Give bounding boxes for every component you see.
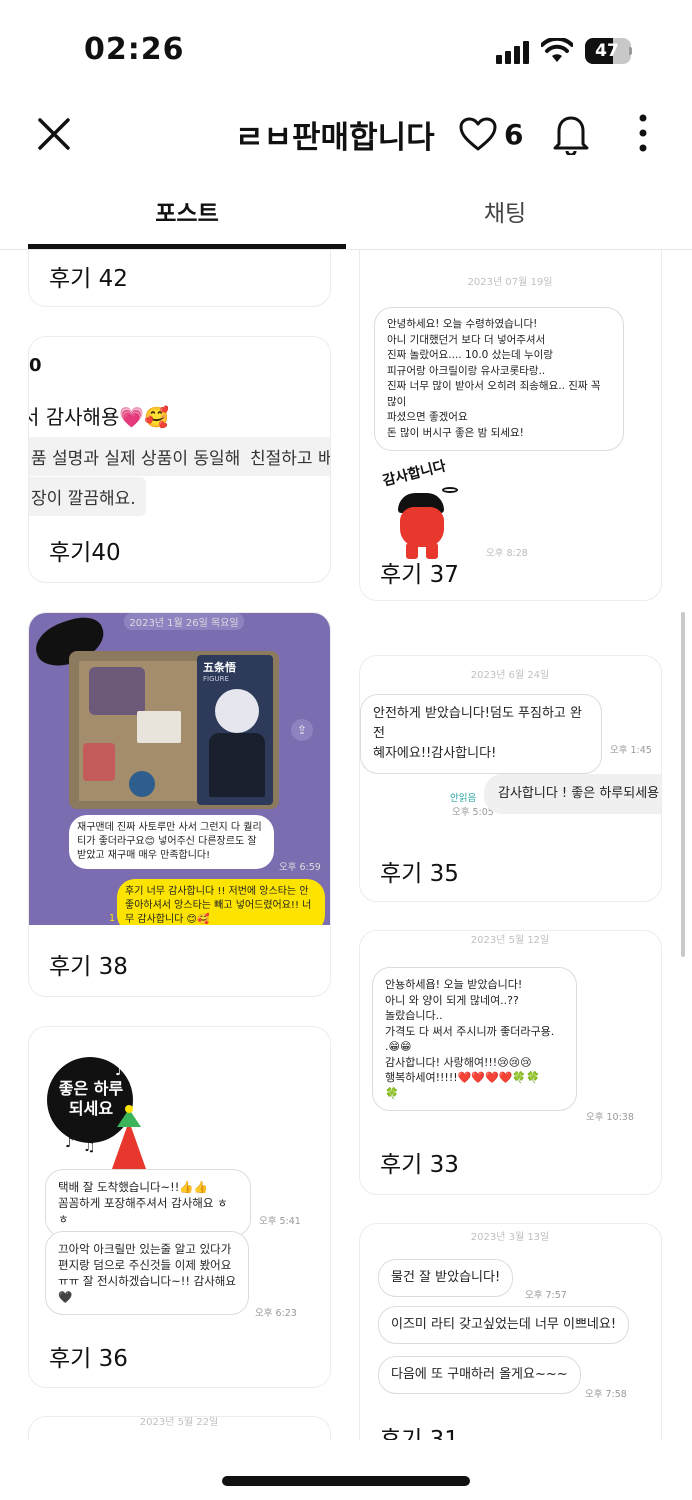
chat-message: 후기 너무 감사합니다 !! 저번에 앙스타는 안 좋아하셔서 앙스타는 빼고 …	[117, 879, 325, 925]
bell-icon[interactable]	[552, 113, 590, 155]
chat-message: 택배 잘 도착했습니다~!!👍👍 꼼꼼하게 포장해주셔서 감사해요 ㅎㅎ	[45, 1169, 251, 1237]
product-photo: 五条悟 FIGURE	[69, 651, 279, 809]
card-caption: 후기 33	[380, 1152, 459, 1178]
status-bar: 02:26 47	[0, 0, 692, 100]
wifi-icon	[541, 38, 573, 62]
chat-date: 2023년 5월 22일	[139, 1417, 219, 1428]
tab-bar: 포스트 채팅	[0, 172, 692, 250]
review-card-31[interactable]: 2023년 3월 13일 물건 잘 받았습니다! 오후 7:57 이즈미 라티 …	[359, 1223, 662, 1440]
chat-message: 감사합니다 ! 좋은 하루되세용	[484, 774, 661, 814]
chat-date: 2023년 6월 24일	[470, 670, 550, 681]
chat-date: 2023년 1월 26일 목요일	[124, 613, 244, 630]
like-count: 6	[504, 117, 524, 151]
message-time: 오후 6:23	[255, 1308, 297, 1319]
post-grid: 후기 42 0 서 감사해용💗🥰 품 설명과 실제 상품이 동일해요. 친절하고…	[0, 250, 692, 1440]
chat-message: 안뇽하세욥! 오늘 받았습니다! 아니 와 양이 되게 많네여..?? 놀랐습니…	[372, 967, 577, 1111]
chat-message: 다음에 또 구매하러 올게요~~~	[378, 1356, 581, 1394]
more-options-icon[interactable]	[630, 112, 656, 156]
thanks-text: 서 감사해용💗🥰	[28, 405, 170, 429]
cropped-text: 0	[29, 355, 42, 376]
chat-date: 2023년 3월 13일	[470, 1232, 550, 1243]
close-icon[interactable]	[34, 114, 74, 154]
chat-message: 재구맨데 진짜 사토루만 사서 그런지 다 퀄리티가 좋더라구요😊 넣어주신 다…	[69, 815, 274, 869]
scrollbar[interactable]	[681, 612, 685, 957]
sticker-thanks: 감사합니다	[378, 453, 478, 563]
active-tab-indicator	[28, 244, 346, 249]
read-count: 1	[109, 913, 116, 924]
sticker-text: 감사합니다	[381, 458, 448, 490]
signal-icon	[496, 40, 532, 64]
figure-label: 五条悟	[203, 661, 236, 674]
chat-message: 이즈미 라티 갖고싶었는데 너무 이쁘네요!	[378, 1306, 630, 1344]
message-time: 오후 7:57	[525, 1290, 567, 1301]
message-time: 오후 6:59	[279, 862, 321, 873]
review-card-42[interactable]: 후기 42	[28, 250, 331, 307]
review-chip: 장이 깔끔해요.	[29, 477, 146, 516]
top-bar: ㄹㅂ판매합니다 6	[0, 100, 692, 170]
review-card-38[interactable]: 2023년 1월 26일 목요일 五条悟 FIGURE ⇪ 재구맨데 진짜 사토…	[28, 612, 331, 997]
review-chip: 품 설명과 실제 상품이 동일해요.	[29, 437, 272, 476]
like-button[interactable]: 6	[458, 112, 523, 156]
review-card-40[interactable]: 0 서 감사해용💗🥰 품 설명과 실제 상품이 동일해요. 친절하고 배려 장이…	[28, 336, 331, 583]
card-caption: 후기40	[49, 540, 121, 566]
chat-message: 안전하게 받았습니다!덤도 푸짐하고 완전 혜자에요!!감사합니다!	[360, 694, 602, 774]
card-caption: 후기 38	[49, 954, 128, 980]
review-card-35[interactable]: 2023년 6월 24일 안전하게 받았습니다!덤도 푸짐하고 완전 혜자에요!…	[359, 655, 662, 902]
chat-date: 2023년 07월 19일	[467, 277, 553, 288]
share-icon[interactable]: ⇪	[291, 719, 313, 741]
status-time: 02:26	[84, 32, 185, 67]
battery-icon: 47	[585, 38, 632, 64]
review-chip: 친절하고 배려	[240, 437, 330, 476]
message-time: 오후 8:28	[486, 548, 528, 559]
sticker-good-day: 좋은 하루 되세요 ♪ ♪ ♫	[47, 1057, 151, 1183]
chat-date: 2023년 5월 12일	[470, 935, 550, 946]
review-card-36[interactable]: 좋은 하루 되세요 ♪ ♪ ♫ 택배 잘 도착했습니다~!!👍👍 꼼꼼하게 포장…	[28, 1026, 331, 1388]
message-time: 오후 7:58	[585, 1389, 627, 1400]
battery-level: 47	[595, 41, 619, 61]
chat-message: 안녕하세요! 오늘 수령하였습니다! 아니 기대했던거 보다 더 넣어주셔서 진…	[374, 307, 624, 451]
card-caption: 후기 35	[380, 861, 459, 887]
message-time: 오후 5:41	[259, 1216, 301, 1227]
figure-sub: FIGURE	[203, 675, 229, 683]
review-card-33[interactable]: 2023년 5월 12일 안뇽하세욥! 오늘 받았습니다! 아니 와 양이 되게…	[359, 930, 662, 1195]
heart-icon	[459, 117, 497, 151]
message-time: 오후 10:38	[586, 1112, 634, 1123]
page-title: ㄹㅂ판매합니다	[235, 120, 435, 156]
review-card-37[interactable]: 2023년 07월 19일 안녕하세요! 오늘 수령하였습니다! 아니 기대했던…	[359, 250, 662, 601]
card-caption: 후기 36	[49, 1346, 128, 1372]
unread-label: 안읽음	[450, 793, 477, 804]
review-card-34[interactable]: 2023년 5월 22일	[28, 1416, 331, 1440]
message-time: 오후 1:45	[610, 745, 652, 756]
card-caption: 후기 31	[380, 1427, 459, 1440]
chat-message: 끄아악 아크릴만 있는줄 알고 있다가 편지랑 덤으로 주신것들 이제 봤어요 …	[45, 1231, 249, 1315]
card-caption: 후기 42	[49, 266, 128, 292]
chat-screenshot: 2023년 1월 26일 목요일 五条悟 FIGURE ⇪ 재구맨데 진짜 사토…	[29, 613, 330, 925]
chat-message: 물건 잘 받았습니다!	[378, 1259, 514, 1297]
card-caption: 후기 37	[380, 562, 459, 588]
tab-chat[interactable]: 채팅	[318, 194, 692, 228]
home-indicator[interactable]	[222, 1476, 470, 1486]
